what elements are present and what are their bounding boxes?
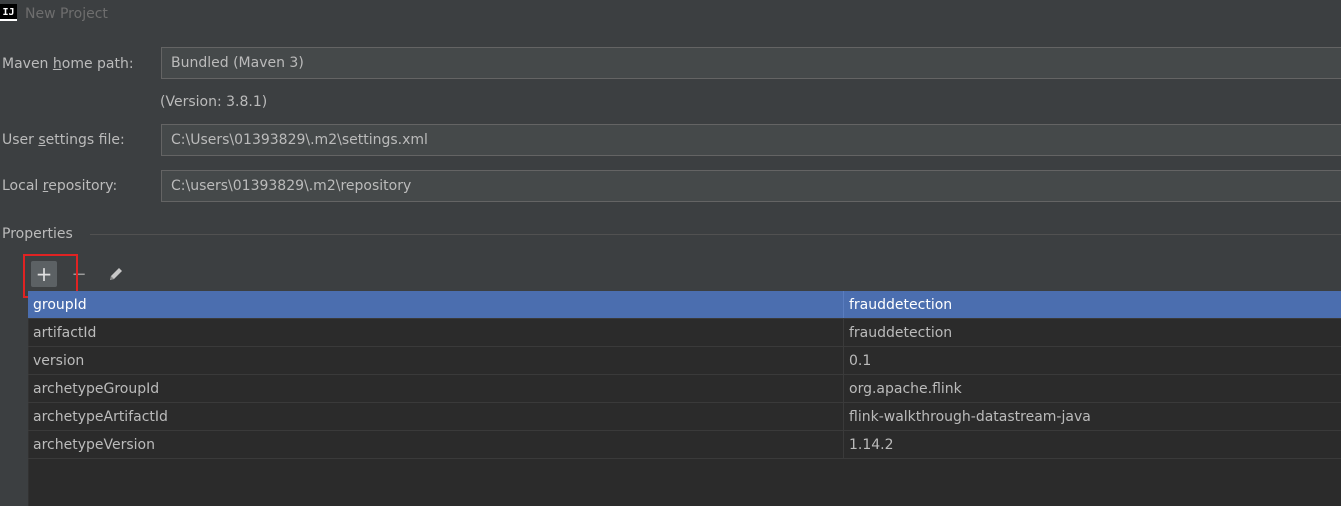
property-name-cell[interactable]: version (28, 347, 844, 374)
local-repository-field[interactable]: C:\users\01393829\.m2\repository (161, 170, 1341, 202)
property-name-cell[interactable]: archetypeVersion (28, 431, 844, 458)
property-value-cell[interactable]: frauddetection (844, 291, 952, 318)
window-title: New Project (25, 6, 108, 22)
title-bar (0, 0, 1341, 30)
table-row[interactable]: archetypeGroupId org.apache.flink (28, 375, 1341, 403)
property-value-cell[interactable]: 1.14.2 (844, 431, 894, 458)
property-value-cell[interactable]: flink-walkthrough-datastream-java (844, 403, 1091, 430)
table-row[interactable]: artifactId frauddetection (28, 319, 1341, 347)
properties-table: groupId frauddetection artifactId frauddete… (28, 291, 1341, 459)
property-name-cell[interactable]: archetypeArtifactId (28, 403, 844, 430)
maven-version-text: (Version: 3.8.1) (160, 94, 268, 110)
properties-section-title: Properties (2, 226, 73, 242)
table-row[interactable]: archetypeArtifactId flink-walkthrough-dat… (28, 403, 1341, 431)
intellij-logo-icon: IJ (0, 4, 17, 21)
properties-toolbar (28, 256, 1341, 291)
user-settings-label: User settings file: (2, 132, 125, 148)
maven-home-label: Maven home path: (2, 56, 134, 72)
local-repository-label: Local repository: (2, 178, 118, 194)
table-row[interactable]: groupId frauddetection (28, 291, 1341, 319)
property-name-cell[interactable]: archetypeGroupId (28, 375, 844, 402)
property-value-cell[interactable]: frauddetection (844, 319, 952, 346)
user-settings-field[interactable]: C:\Users\01393829\.m2\settings.xml (161, 124, 1341, 156)
table-row[interactable]: version 0.1 (28, 347, 1341, 375)
property-value-cell[interactable]: org.apache.flink (844, 375, 962, 402)
section-divider (90, 234, 1341, 235)
property-value-cell[interactable]: 0.1 (844, 347, 871, 374)
pencil-icon (110, 268, 122, 280)
property-name-cell[interactable]: artifactId (28, 319, 844, 346)
table-row[interactable]: archetypeVersion 1.14.2 (28, 431, 1341, 459)
edit-property-button[interactable] (103, 261, 129, 287)
property-name-cell[interactable]: groupId (28, 291, 844, 318)
maven-home-combobox[interactable]: Bundled (Maven 3) (161, 47, 1341, 79)
